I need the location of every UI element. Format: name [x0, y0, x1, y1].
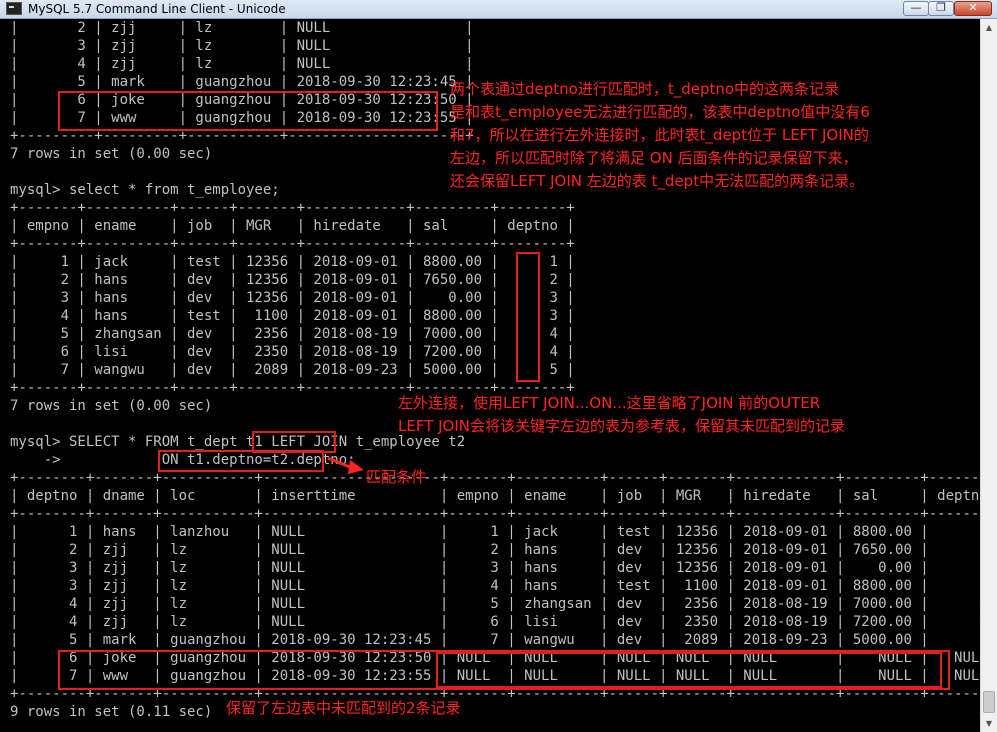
- terminal-line: | 3 | zjj | lz | NULL | 4 | hans | test …: [10, 578, 980, 594]
- annotation-top-note: 两个表通过deptno进行匹配时，t_deptno中的这两条记录 是和表t_em…: [450, 80, 870, 190]
- terminal-line: +-------+----------+------+-------+-----…: [10, 200, 575, 216]
- highlight-unmatched-dept-rows: [58, 91, 438, 131]
- terminal-line: | 7 | wangwu | dev | 2089 | 2018-09-23 |…: [10, 362, 575, 378]
- terminal-line: | 5 | mark | guangzhou | 2018-09-30 12:2…: [10, 74, 474, 90]
- terminal-line: | 1 | hans | lanzhou | NULL | 1 | jack |…: [10, 524, 980, 540]
- terminal-line: mysql> select * from t_employee;: [10, 182, 280, 198]
- annotation-middle-note: 左外连接，使用LEFT JOIN...ON...这里省略了JOIN 前的OUTE…: [398, 394, 846, 435]
- maximize-button[interactable]: ❐: [928, 1, 954, 16]
- highlight-deptno-column: [516, 252, 540, 382]
- arrow-icon: [327, 456, 364, 474]
- terminal-line: | 5 | zhangsan | dev | 2356 | 2018-08-19…: [10, 326, 575, 342]
- terminal-line: | 4 | zjj | lz | NULL |: [10, 56, 474, 72]
- scroll-down-icon[interactable]: ▼: [981, 715, 997, 732]
- terminal-line: | 1 | jack | test | 12356 | 2018-09-01 |…: [10, 254, 575, 270]
- terminal-line: 7 rows in set (0.00 sec): [10, 398, 213, 414]
- annotation-bottom-note: 保留了左边表中未匹配到的2条记录: [226, 699, 461, 717]
- terminal-line: | 3 | hans | dev | 12356 | 2018-09-01 | …: [10, 290, 575, 306]
- minimize-icon: —: [910, 1, 922, 14]
- terminal-line: | 3 | zjj | lz | NULL | 3 | hans | dev |…: [10, 560, 980, 576]
- terminal-line: | 3 | zjj | lz | NULL |: [10, 38, 474, 54]
- close-button[interactable]: ✕: [954, 1, 992, 16]
- terminal-line: | 4 | zjj | lz | NULL | 5 | zhangsan | d…: [10, 596, 980, 612]
- terminal-line: mysql> SELECT * FROM t_dept t1 LEFT JOIN…: [10, 434, 466, 450]
- terminal-line: | 6 | lisi | dev | 2350 | 2018-08-19 | 7…: [10, 344, 575, 360]
- terminal-line: | 4 | zjj | lz | NULL | 6 | lisi | dev |…: [10, 614, 980, 630]
- terminal-line: 7 rows in set (0.00 sec): [10, 146, 213, 162]
- highlight-null-columns: [436, 652, 942, 688]
- terminal-line: 9 rows in set (0.11 sec): [10, 704, 213, 720]
- console-icon: [6, 2, 22, 15]
- terminal-line: +--------+-------+-----------+----------…: [10, 506, 980, 522]
- annotation-condition: 匹配条件: [366, 468, 427, 486]
- terminal-line: | 5 | mark | guangzhou | 2018-09-30 12:2…: [10, 632, 980, 648]
- terminal-line: | deptno | dname | loc | inserttime | em…: [10, 488, 980, 504]
- vertical-scrollbar[interactable]: ▲ ▼: [980, 19, 997, 732]
- terminal-line: | empno | ename | job | MGR | hiredate |…: [10, 218, 575, 234]
- terminal-line: | 2 | zjj | lz | NULL |: [10, 20, 474, 36]
- highlight-join-condition: [158, 450, 324, 472]
- terminal-line: +--------+-------+-----------+----------…: [10, 470, 980, 486]
- minimize-button[interactable]: —: [903, 1, 929, 16]
- title-bar: MySQL 5.7 Command Line Client - Unicode …: [0, 0, 997, 19]
- close-icon: ✕: [968, 1, 978, 14]
- window-title: MySQL 5.7 Command Line Client - Unicode: [28, 2, 286, 16]
- restore-icon: ❐: [936, 1, 946, 14]
- terminal-line: | 2 | zjj | lz | NULL | 2 | hans | dev |…: [10, 542, 980, 558]
- scroll-thumb[interactable]: [983, 691, 995, 713]
- terminal-line: | 2 | hans | dev | 12356 | 2018-09-01 | …: [10, 272, 575, 288]
- terminal-line: +-------+----------+------+-------+-----…: [10, 236, 575, 252]
- terminal-line: | 4 | hans | test | 1100 | 2018-09-01 | …: [10, 308, 575, 324]
- scroll-up-icon[interactable]: ▲: [981, 19, 997, 36]
